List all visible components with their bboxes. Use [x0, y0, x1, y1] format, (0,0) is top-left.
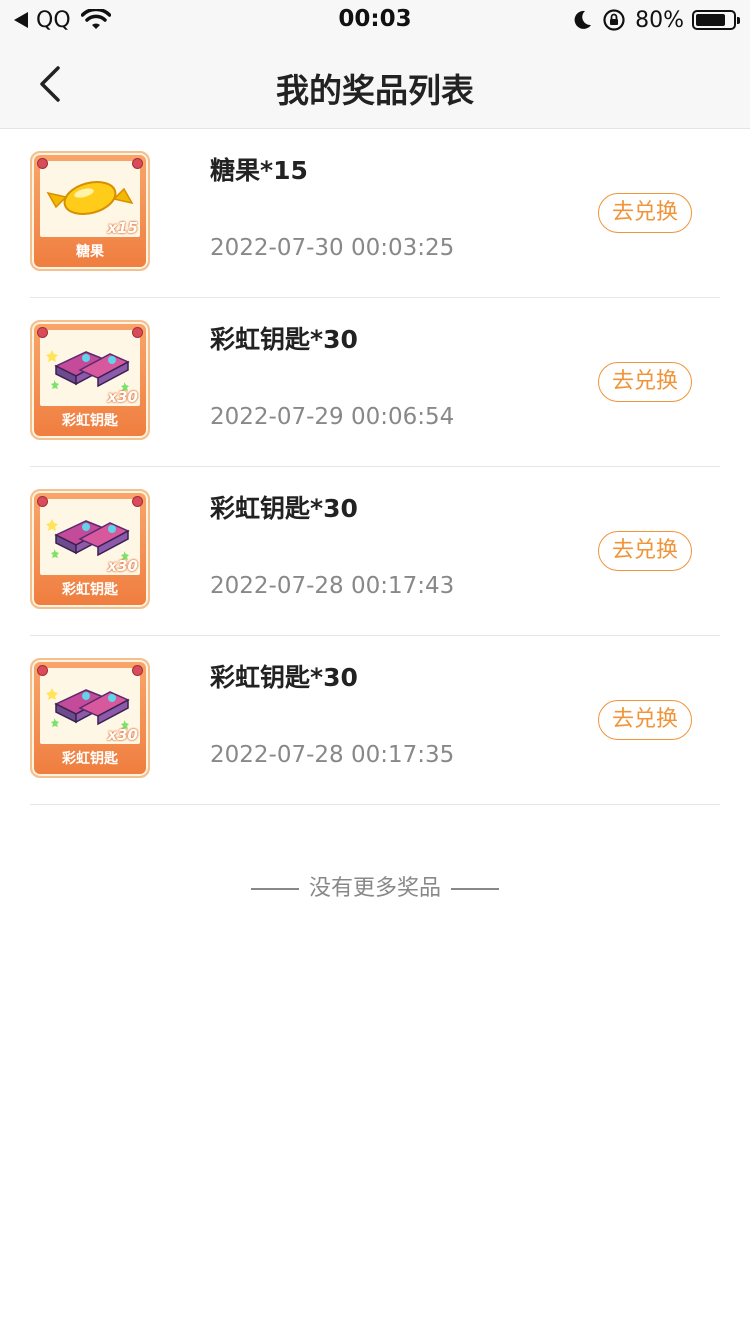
status-right: 80%	[571, 6, 740, 34]
end-of-list-text: 没有更多奖品	[308, 876, 441, 901]
prize-row: x15 糖果 糖果*15 2022-07-30 00:03:25 去兑换	[30, 129, 720, 298]
prize-thumbnail: x30 彩虹钥匙	[30, 320, 150, 440]
redeem-button[interactable]: 去兑换	[598, 362, 692, 402]
battery-percent: 80%	[635, 7, 684, 33]
prize-row: x30 彩虹钥匙 彩虹钥匙*30 2022-07-28 00:17:35 去兑换	[30, 636, 720, 805]
prize-title: 彩虹钥匙*30	[210, 325, 358, 354]
divider-left	[250, 888, 299, 890]
battery-level	[696, 14, 725, 26]
prize-date: 2022-07-29 00:06:54	[210, 404, 455, 430]
battery-cap	[737, 17, 740, 24]
redeem-button[interactable]: 去兑换	[598, 531, 692, 571]
thumbnail-quantity: x30	[107, 726, 138, 744]
thumbnail-quantity: x30	[107, 388, 138, 406]
prize-list: x15 糖果 糖果*15 2022-07-30 00:03:25 去兑换 x30…	[0, 129, 750, 805]
prize-row: x30 彩虹钥匙 彩虹钥匙*30 2022-07-29 00:06:54 去兑换	[30, 298, 720, 467]
prize-title: 糖果*15	[210, 156, 308, 185]
thumbnail-label: 糖果	[76, 244, 104, 260]
battery-icon	[692, 10, 740, 30]
status-bar: QQ 00:03 80%	[0, 0, 750, 40]
nav-bar: 我的奖品列表	[0, 40, 750, 129]
page-title: 我的奖品列表	[276, 71, 474, 110]
prize-title: 彩虹钥匙*30	[210, 494, 358, 523]
prize-date: 2022-07-28 00:17:43	[210, 573, 455, 599]
prize-title: 彩虹钥匙*30	[210, 663, 358, 692]
thumbnail-quantity: x15	[107, 219, 138, 237]
prize-thumbnail: x30 彩虹钥匙	[30, 658, 150, 778]
prize-date: 2022-07-28 00:17:35	[210, 742, 455, 768]
prize-row: x30 彩虹钥匙 彩虹钥匙*30 2022-07-28 00:17:43 去兑换	[30, 467, 720, 636]
prize-thumbnail: x30 彩虹钥匙	[30, 489, 150, 609]
thumbnail-label: 彩虹钥匙	[62, 751, 118, 767]
thumbnail-label: 彩虹钥匙	[62, 582, 118, 598]
redeem-button[interactable]: 去兑换	[598, 700, 692, 740]
moon-icon	[574, 10, 592, 29]
thumbnail-label: 彩虹钥匙	[62, 413, 118, 429]
redeem-button[interactable]: 去兑换	[598, 193, 692, 233]
prize-date: 2022-07-30 00:03:25	[210, 235, 455, 261]
end-of-list-note: 没有更多奖品	[0, 870, 750, 902]
divider-right	[451, 888, 499, 890]
rotation-lock-icon	[603, 9, 625, 31]
thumbnail-quantity: x30	[107, 557, 138, 575]
prize-thumbnail: x15 糖果	[30, 151, 150, 271]
